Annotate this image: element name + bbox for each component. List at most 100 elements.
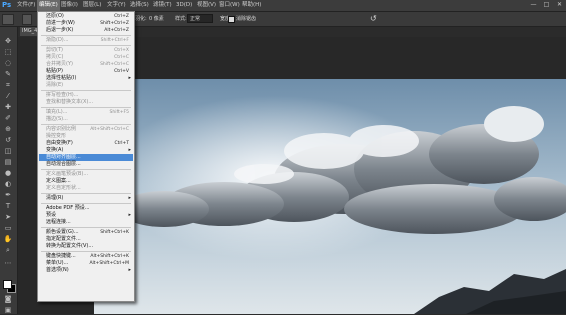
edit-menu-item[interactable]: 菜单(U)... Alt+Shift+Ctrl+M bbox=[39, 260, 133, 267]
close-icon[interactable]: ✕ bbox=[555, 1, 564, 9]
edit-menu-item: 清除(E) bbox=[39, 82, 133, 89]
type-tool-icon[interactable]: T bbox=[3, 202, 13, 211]
menu-separator bbox=[41, 90, 131, 91]
edit-menu-item-shortcut: Ctrl+X bbox=[114, 48, 129, 53]
menu-3d[interactable]: 3D(D) bbox=[176, 0, 192, 11]
menu-view[interactable]: 视图(V) bbox=[197, 0, 216, 11]
menu-help[interactable]: 帮助(H) bbox=[242, 0, 261, 11]
edit-menu-item-label: 选择性粘贴(I) bbox=[46, 75, 77, 81]
quick-mask-icon[interactable]: ◙ bbox=[3, 295, 13, 304]
edit-menu-item-shortcut: Shift+F5 bbox=[109, 110, 129, 115]
edit-menu-item: 合并拷贝(Y) Shift+Ctrl+C bbox=[39, 61, 133, 68]
menu-window[interactable]: 窗口(W) bbox=[219, 0, 240, 11]
edit-menu-item-label: 定义图案... bbox=[46, 178, 71, 184]
maximize-icon[interactable]: □ bbox=[542, 1, 551, 9]
menu-layer[interactable]: 图层(L) bbox=[83, 0, 101, 11]
edit-menu-item[interactable]: 定义图案... bbox=[39, 178, 133, 185]
edit-menu-item[interactable]: 自由变换(F) Ctrl+T bbox=[39, 140, 133, 147]
edit-menu-item-label: 菜单(U)... bbox=[46, 260, 69, 266]
edit-menu-item: 内容识别比例 Alt+Shift+Ctrl+C bbox=[39, 126, 133, 133]
edit-menu-item-label: 自由变换(F) bbox=[46, 140, 73, 146]
edit-menu-item-shortcut: Ctrl+T bbox=[114, 141, 129, 146]
menu-filter[interactable]: 滤镜(T) bbox=[153, 0, 172, 11]
edit-menu-item-shortcut: Shift+Ctrl+C bbox=[100, 62, 129, 67]
clone-tool-icon[interactable]: ⊕ bbox=[3, 125, 13, 134]
edit-menu-item[interactable]: 预设 ▸ bbox=[39, 212, 133, 219]
antialias-checkbox[interactable] bbox=[228, 16, 235, 23]
zoom-tool-icon[interactable]: ⌕ bbox=[3, 246, 13, 255]
extra-tools-icon[interactable]: ⋯ bbox=[3, 259, 13, 268]
new-selection-icon[interactable] bbox=[22, 14, 32, 25]
foreground-color-swatch[interactable] bbox=[3, 280, 12, 289]
edit-menu-item-label: 清除(E) bbox=[46, 82, 64, 88]
move-tool-icon[interactable]: ✥ bbox=[3, 37, 13, 46]
edit-menu-item-label: 变换(A) bbox=[46, 147, 64, 153]
tool-preset-picker[interactable] bbox=[2, 14, 14, 25]
minimize-icon[interactable]: — bbox=[529, 1, 538, 9]
edit-menu-item[interactable]: 远程连接... bbox=[39, 219, 133, 226]
edit-menu-item[interactable]: 键盘快捷键... Alt+Shift+Ctrl+K bbox=[39, 253, 133, 260]
edit-menu-item: 描边(S)... bbox=[39, 116, 133, 123]
gradient-tool-icon[interactable]: ▤ bbox=[3, 158, 13, 167]
edit-menu-item-shortcut: Alt+Shift+Ctrl+M bbox=[89, 261, 129, 266]
edit-menu-item[interactable]: 首选项(N) ▸ bbox=[39, 267, 133, 274]
edit-menu-item: 操控变形 bbox=[39, 133, 133, 140]
shape-tool-icon[interactable]: ▭ bbox=[3, 224, 13, 233]
edit-menu-item[interactable]: 粘贴(P) Ctrl+V bbox=[39, 68, 133, 75]
edit-menu-item[interactable]: 指定配置文件... bbox=[39, 236, 133, 243]
submenu-arrow-icon: ▸ bbox=[128, 195, 131, 201]
edit-menu-item[interactable]: Adobe PDF 预设... bbox=[39, 205, 133, 212]
menu-separator bbox=[41, 203, 131, 204]
blur-tool-icon[interactable]: ● bbox=[3, 169, 13, 178]
menu-select[interactable]: 选择(S) bbox=[130, 0, 149, 11]
edit-menu-item[interactable]: 自动对齐图层... bbox=[39, 154, 133, 161]
edit-menu-item: 渐隐(D)... Shift+Ctrl+F bbox=[39, 37, 133, 44]
edit-menu-item: 查找和替换文本(X)... bbox=[39, 99, 133, 106]
menu-separator bbox=[41, 35, 131, 36]
edit-menu-item[interactable]: 清理(R) ▸ bbox=[39, 195, 133, 202]
edit-menu-item-label: 操控变形 bbox=[46, 133, 67, 139]
edit-menu-item-shortcut: Shift+Ctrl+F bbox=[100, 38, 129, 43]
edit-menu-item[interactable]: 自动混合图层... bbox=[39, 161, 133, 168]
feather-label: 羽化: bbox=[135, 16, 147, 22]
edit-menu-item[interactable]: 转换为配置文件(V)... bbox=[39, 243, 133, 250]
feather-value[interactable]: 0 像素 bbox=[149, 14, 164, 24]
path-select-tool-icon[interactable]: ➤ bbox=[3, 213, 13, 222]
hand-tool-icon[interactable]: ✋ bbox=[3, 235, 13, 244]
eraser-tool-icon[interactable]: ◫ bbox=[3, 147, 13, 156]
edit-menu-item[interactable]: 后退一步(K) Alt+Ctrl+Z bbox=[39, 27, 133, 34]
lasso-tool-icon[interactable]: ◌ bbox=[3, 59, 13, 68]
edit-menu-item: 拼写检查(H)... bbox=[39, 92, 133, 99]
edit-menu-item[interactable]: 选择性粘贴(I) ▸ bbox=[39, 75, 133, 82]
eyedropper-tool-icon[interactable]: ⁄ bbox=[3, 92, 13, 101]
edit-menu-item[interactable]: 前进一步(W) Shift+Ctrl+Z bbox=[39, 20, 133, 27]
edit-menu-item[interactable]: 还原(O) Ctrl+Z bbox=[39, 13, 133, 20]
edit-menu-item-label: 清理(R) bbox=[46, 195, 64, 201]
menu-separator bbox=[41, 124, 131, 125]
edit-menu-item: 定义画笔预设(B)... bbox=[39, 171, 133, 178]
menu-image[interactable]: 图像(I) bbox=[61, 0, 78, 11]
menu-separator bbox=[41, 193, 131, 194]
quick-select-tool-icon[interactable]: ✎ bbox=[3, 70, 13, 79]
edit-menu-item-label: 指定配置文件... bbox=[46, 236, 81, 242]
menu-type[interactable]: 文字(Y) bbox=[107, 0, 126, 11]
brush-tool-icon[interactable]: ✐ bbox=[3, 114, 13, 123]
edit-menu-item[interactable]: 颜色设置(G)... Shift+Ctrl+K bbox=[39, 229, 133, 236]
refine-edge-icon[interactable]: ↺ bbox=[370, 14, 377, 24]
edit-menu-item-label: 填充(L)... bbox=[46, 109, 68, 115]
sky-photo[interactable] bbox=[94, 79, 566, 314]
menu-edit[interactable]: 编辑(E) bbox=[37, 0, 60, 11]
menu-file[interactable]: 文件(F) bbox=[17, 0, 35, 11]
edit-menu-item[interactable]: 变换(A) ▸ bbox=[39, 147, 133, 154]
marquee-tool-icon[interactable]: ⬚ bbox=[3, 48, 13, 57]
crop-tool-icon[interactable]: ⌗ bbox=[3, 81, 13, 90]
submenu-arrow-icon: ▸ bbox=[128, 267, 131, 273]
edit-menu-item-label: 描边(S)... bbox=[46, 116, 68, 122]
history-brush-tool-icon[interactable]: ↺ bbox=[3, 136, 13, 145]
edit-menu-item-label: 键盘快捷键... bbox=[46, 253, 76, 259]
dodge-tool-icon[interactable]: ◐ bbox=[3, 180, 13, 189]
edit-menu-item-shortcut: Ctrl+V bbox=[114, 69, 129, 74]
healing-tool-icon[interactable]: ✚ bbox=[3, 103, 13, 112]
pen-tool-icon[interactable]: ✒ bbox=[3, 191, 13, 200]
style-select[interactable]: 正常 bbox=[187, 14, 213, 23]
